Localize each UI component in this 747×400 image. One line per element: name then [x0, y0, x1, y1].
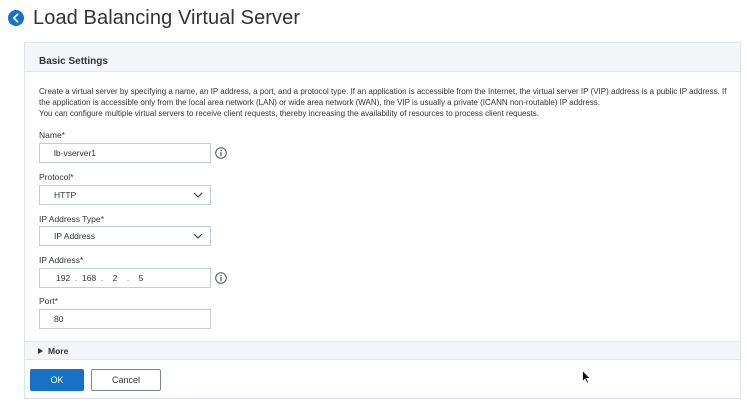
mouse-cursor-icon [582, 370, 591, 384]
ip-octet-input[interactable]: 168 [82, 273, 96, 283]
more-label: More [48, 345, 69, 356]
ip-separator: . [100, 273, 104, 283]
chevron-down-icon [193, 233, 203, 239]
ip-separator: . [74, 273, 78, 283]
ip-address-info-icon[interactable] [215, 272, 227, 284]
ip-octet-input[interactable]: 192 [56, 273, 70, 283]
page-header: Load Balancing Virtual Server [8, 4, 300, 32]
ip-address-type-select[interactable]: IP Address [39, 226, 211, 246]
chevron-down-icon [193, 192, 203, 198]
description-paragraph: You can configure multiple virtual serve… [39, 109, 539, 118]
protocol-value: HTTP [54, 190, 77, 200]
ip-separator: . [126, 273, 130, 283]
ip-octet-input[interactable]: 2 [108, 273, 122, 283]
back-arrow-icon[interactable] [8, 10, 24, 26]
more-toggle[interactable]: More [25, 341, 740, 360]
basic-settings-panel: Basic Settings Create a virtual server b… [24, 42, 741, 399]
page-title: Load Balancing Virtual Server [33, 6, 301, 29]
protocol-select[interactable]: HTTP [39, 185, 211, 205]
port-label: Port* [39, 296, 58, 306]
section-header: Basic Settings [25, 43, 740, 72]
ok-button[interactable]: OK [30, 369, 84, 391]
ip-address-type-value: IP Address [54, 231, 95, 241]
cancel-button[interactable]: Cancel [91, 369, 161, 391]
section-title: Basic Settings [39, 56, 108, 67]
name-info-icon[interactable] [215, 147, 227, 159]
name-value: lb-vserver1 [54, 148, 97, 158]
ip-octet-input[interactable]: 5 [134, 273, 148, 283]
port-input[interactable]: 80 [39, 309, 211, 329]
ip-address-input[interactable]: 192 . 168 . 2 . 5 [39, 268, 211, 288]
description-paragraph: Create a virtual server by specifying a … [39, 87, 727, 107]
caret-right-icon [38, 347, 43, 354]
port-value: 80 [54, 314, 64, 324]
section-description: Create a virtual server by specifying a … [39, 86, 729, 119]
ip-address-type-label: IP Address Type* [39, 214, 104, 224]
name-input[interactable]: lb-vserver1 [39, 143, 211, 163]
name-label: Name* [39, 130, 65, 140]
protocol-label: Protocol* [39, 172, 74, 182]
ip-address-label: IP Address* [39, 255, 84, 265]
